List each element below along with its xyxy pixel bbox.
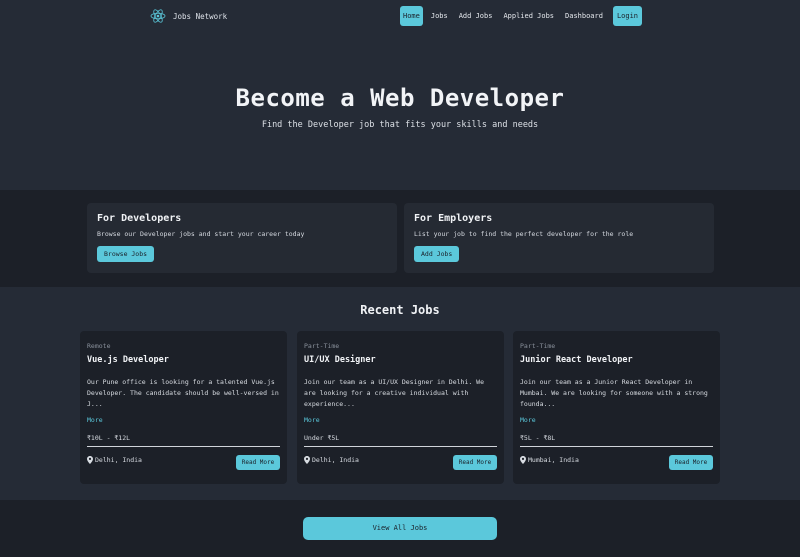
view-all-jobs-button[interactable]: View All Jobs [303,517,497,540]
hero-section: Become a Web Developer Find the Develope… [0,34,800,190]
job-salary: ₹10L - ₹12L [87,434,131,442]
job-more-link[interactable]: More [304,416,320,424]
react-logo-icon [150,9,166,23]
job-location: Delhi, India [87,456,142,464]
developers-card-title: For Developers [97,213,182,224]
employers-card-text: List your job to find the perfect develo… [414,230,634,238]
nav-link-dashboard[interactable]: Dashboard [562,6,606,26]
developers-card: For Developers Browse our Developer jobs… [87,203,397,273]
job-location-text: Mumbai, India [528,456,579,464]
job-title: Junior React Developer [520,355,633,365]
job-description: Join our team as a UI/UX Designer in Del… [304,378,485,408]
job-salary: Under ₹5L [304,434,340,442]
job-location-text: Delhi, India [95,456,142,464]
read-more-button[interactable]: Read More [453,455,497,470]
map-pin-icon [520,456,526,464]
browse-jobs-button[interactable]: Browse Jobs [97,246,155,262]
developers-card-text: Browse our Developer jobs and start your… [97,230,305,238]
job-type: Remote [87,342,111,350]
map-pin-icon [304,456,310,464]
job-divider [87,446,280,447]
job-card: Part-Time UI/UX Designer Join our team a… [297,331,504,484]
brand-name: Jobs Network [173,11,228,21]
job-type: Part-Time [304,342,340,350]
nav-links: Home Jobs Add Jobs Applied Jobs Dashboar… [400,6,643,26]
brand-link[interactable]: Jobs Network [150,8,227,24]
job-location-text: Delhi, India [312,456,359,464]
job-card: Part-Time Junior React Developer Join ou… [513,331,720,484]
audience-section: For Developers Browse our Developer jobs… [0,190,800,287]
job-card: Remote Vue.js Developer Our Pune office … [80,331,287,484]
job-location: Delhi, India [304,456,359,464]
nav-link-applied-jobs[interactable]: Applied Jobs [500,6,557,26]
job-title: UI/UX Designer [304,355,376,365]
read-more-button[interactable]: Read More [669,455,713,470]
job-more-link[interactable]: More [87,416,103,424]
job-type: Part-Time [520,342,556,350]
job-salary: ₹5L - ₹8L [520,434,556,442]
top-navbar: Jobs Network Home Jobs Add Jobs Applied … [0,0,800,34]
recent-jobs-heading: Recent Jobs [360,303,440,317]
nav-link-home[interactable]: Home [400,6,423,26]
job-description: Our Pune office is looking for a talente… [87,378,279,408]
hero-subtitle: Find the Developer job that fits your sk… [261,120,539,130]
employers-card-title: For Employers [414,213,493,224]
job-title: Vue.js Developer [87,355,169,365]
job-divider [304,446,497,447]
employers-card: For Employers List your job to find the … [404,203,714,273]
map-pin-icon [87,456,93,464]
nav-link-add-jobs[interactable]: Add Jobs [456,6,496,26]
hero-title: Become a Web Developer [235,84,565,112]
job-more-link[interactable]: More [520,416,536,424]
add-jobs-button[interactable]: Add Jobs [414,246,460,262]
nav-link-jobs[interactable]: Jobs [428,6,451,26]
job-location: Mumbai, India [520,456,579,464]
view-all-section: View All Jobs [0,500,800,557]
job-divider [520,446,713,447]
read-more-button[interactable]: Read More [236,455,280,470]
job-description: Join our team as a Junior React Develope… [520,378,708,408]
login-button[interactable]: Login [612,6,643,26]
